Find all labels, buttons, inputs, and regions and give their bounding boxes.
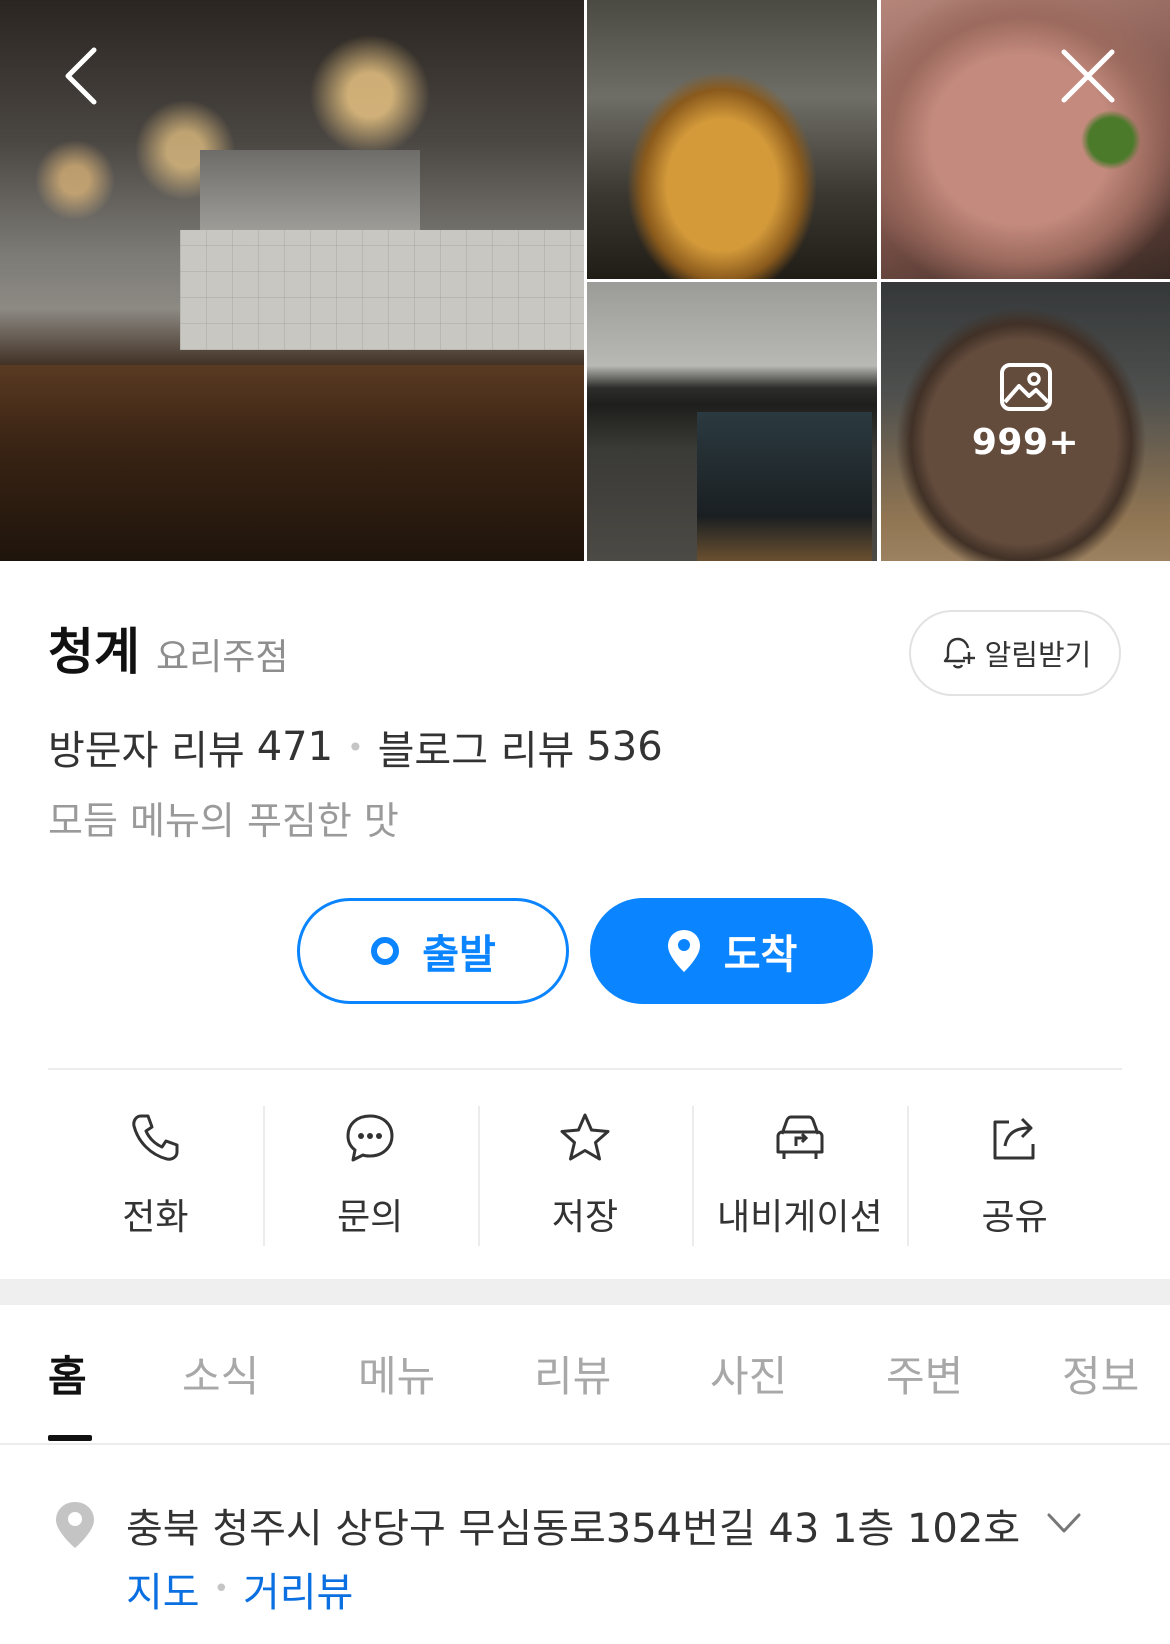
active-tab-indicator bbox=[48, 1435, 92, 1441]
back-button[interactable] bbox=[40, 36, 120, 116]
origin-dot-icon bbox=[371, 937, 400, 965]
map-link[interactable]: 지도 bbox=[126, 1560, 200, 1618]
star-icon bbox=[560, 1113, 610, 1161]
share-button[interactable]: 공유 bbox=[907, 1106, 1122, 1246]
depart-button[interactable]: 출발 bbox=[297, 898, 569, 1004]
save-label: 저장 bbox=[551, 1197, 619, 1238]
photo-count: 999+ bbox=[971, 422, 1080, 463]
image-icon bbox=[999, 363, 1052, 411]
section-separator bbox=[0, 1279, 1170, 1305]
phone-icon bbox=[132, 1114, 179, 1161]
location-pin-icon bbox=[667, 930, 700, 972]
street-view-link[interactable]: 거리뷰 bbox=[243, 1560, 353, 1618]
tab-photos[interactable]: 사진 bbox=[710, 1343, 787, 1404]
tab-bar: 홈 소식 메뉴 리뷰 사진 주변 정보 bbox=[0, 1305, 1170, 1445]
navigation-car-icon bbox=[776, 1115, 824, 1159]
call-label: 전화 bbox=[122, 1197, 189, 1238]
photo-storefront[interactable] bbox=[587, 282, 877, 561]
chat-icon bbox=[346, 1114, 394, 1162]
photo-detail bbox=[200, 150, 420, 230]
separator-dot: • bbox=[213, 1574, 229, 1604]
more-photos: 999+ bbox=[881, 362, 1170, 463]
photo-gallery: 999+ bbox=[0, 0, 1170, 561]
tab-nearby[interactable]: 주변 bbox=[886, 1343, 963, 1404]
place-title: 청계 요리주점 bbox=[48, 612, 288, 684]
close-icon bbox=[1061, 49, 1115, 103]
share-icon bbox=[993, 1117, 1035, 1160]
alert-button[interactable]: 알림받기 bbox=[909, 610, 1121, 696]
review-summary: 방문자 리뷰 471 • 블로그 리뷰 536 bbox=[48, 718, 663, 776]
arrive-label: 도착 bbox=[723, 932, 798, 978]
photo-detail bbox=[180, 230, 584, 350]
close-button[interactable] bbox=[1048, 36, 1128, 116]
chevron-down-icon[interactable] bbox=[1044, 1505, 1084, 1541]
depart-label: 출발 bbox=[422, 932, 496, 978]
visitor-review-count[interactable]: 471 bbox=[257, 724, 333, 770]
share-label: 공유 bbox=[981, 1197, 1048, 1238]
save-button[interactable]: 저장 bbox=[477, 1106, 693, 1246]
navigation-label: 내비게이션 bbox=[716, 1197, 883, 1238]
divider bbox=[0, 1443, 1170, 1445]
photo-detail bbox=[0, 365, 584, 561]
place-tagline: 모듬 메뉴의 푸짐한 맛 bbox=[48, 799, 399, 843]
divider bbox=[48, 1068, 1122, 1070]
separator-dot: • bbox=[347, 730, 364, 764]
inquiry-button[interactable]: 문의 bbox=[262, 1106, 478, 1246]
action-bar: 전화 문의 저장 내비게이션 공유 bbox=[48, 1106, 1122, 1246]
tab-menu[interactable]: 메뉴 bbox=[358, 1343, 435, 1404]
photo-highball[interactable] bbox=[587, 0, 877, 279]
chevron-left-icon bbox=[65, 47, 97, 105]
address-text: 충북 청주시 상당구 무심동로354번길 43 1층 102호 bbox=[126, 1506, 1021, 1552]
photo-more[interactable]: 999+ bbox=[881, 282, 1170, 561]
location-pin-icon bbox=[56, 1502, 94, 1548]
place-name: 청계 bbox=[48, 623, 140, 681]
bell-plus-icon bbox=[943, 637, 975, 669]
navigation-button[interactable]: 내비게이션 bbox=[692, 1106, 907, 1246]
tab-reviews[interactable]: 리뷰 bbox=[534, 1343, 611, 1404]
place-category: 요리주점 bbox=[156, 637, 289, 678]
visitor-review-label[interactable]: 방문자 리뷰 bbox=[48, 718, 245, 776]
arrive-button[interactable]: 도착 bbox=[590, 898, 873, 1004]
alert-label: 알림받기 bbox=[984, 638, 1092, 672]
tab-news[interactable]: 소식 bbox=[182, 1343, 259, 1404]
call-button[interactable]: 전화 bbox=[48, 1106, 263, 1246]
address-links: 지도 • 거리뷰 bbox=[126, 1560, 353, 1618]
tab-info[interactable]: 정보 bbox=[1062, 1343, 1139, 1404]
tab-home[interactable]: 홈 bbox=[48, 1343, 87, 1404]
blog-review-label[interactable]: 블로그 리뷰 bbox=[378, 718, 575, 776]
inquiry-label: 문의 bbox=[337, 1197, 404, 1238]
blog-review-count[interactable]: 536 bbox=[586, 724, 662, 770]
photo-detail bbox=[697, 412, 872, 561]
